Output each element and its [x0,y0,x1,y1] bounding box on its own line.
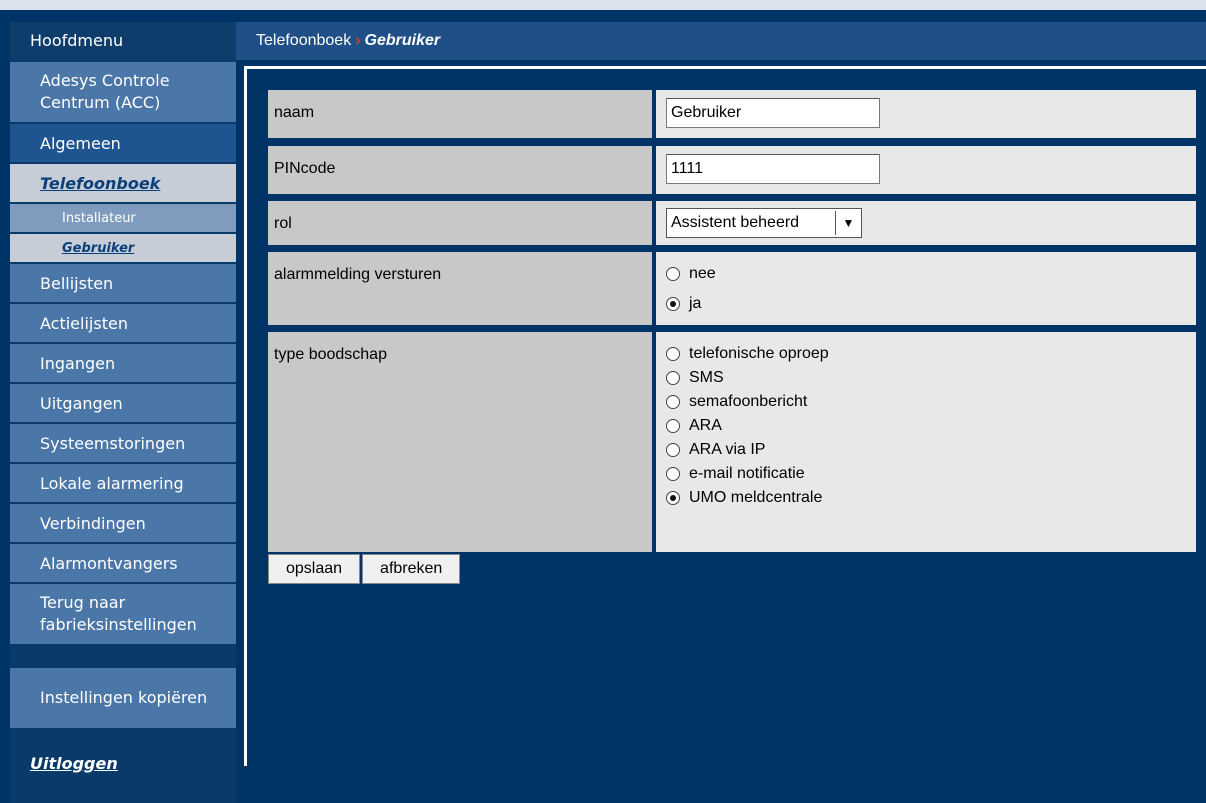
type-option-selected[interactable]: UMO meldcentrale [666,486,829,510]
sidebar-subitem-installateur[interactable]: Installateur [10,202,236,232]
menu-title: Hoofdmenu [10,22,236,60]
sidebar-item-uitgangen[interactable]: Uitgangen [10,382,236,422]
naam-cell [656,90,1196,138]
breadcrumb-separator-icon: › [355,32,361,49]
type-option-label: SMS [689,369,724,386]
breadcrumb-parent[interactable]: Telefoonboek [256,32,351,49]
type-radio-group: telefonische oproep SMS semafoonbericht … [666,342,829,510]
save-button[interactable]: opslaan [268,554,361,584]
alarm-cell: nee ja [656,252,1196,325]
type-label: type boodschap [268,332,652,552]
type-option-label: semafoonbericht [689,393,808,410]
alarm-label: alarmmelding versturen [268,252,652,325]
alarm-option-label: ja [689,295,702,312]
alarm-radio-group: nee ja [666,262,716,316]
type-option-label: telefonische oproep [689,345,829,362]
type-option[interactable]: semafoonbericht [666,390,829,414]
type-cell: telefonische oproep SMS semafoonbericht … [656,332,1196,552]
type-option-label: ARA via IP [689,441,766,458]
row-naam: naam [268,90,1196,138]
type-option-label: ARA [689,417,722,434]
radio-button[interactable] [666,419,680,433]
radio-button-selected[interactable] [666,491,680,505]
pincode-cell [656,146,1196,194]
sidebar-item-lokale-alarmering[interactable]: Lokale alarmering [10,462,236,502]
sidebar-subitem-gebruiker[interactable]: Gebruiker [10,232,236,262]
sidebar-item-systeemstoringen[interactable]: Systeemstoringen [10,422,236,462]
sidebar-item-fabrieksinstellingen[interactable]: Terug naar fabrieksinstellingen [10,582,236,644]
alarm-option-label: nee [689,265,716,282]
sidebar-item-actielijsten[interactable]: Actielijsten [10,302,236,342]
radio-button[interactable] [666,347,680,361]
radio-button[interactable] [666,267,680,281]
type-option[interactable]: telefonische oproep [666,342,829,366]
sidebar-item-alarmontvangers[interactable]: Alarmontvangers [10,542,236,582]
row-type-boodschap: type boodschap telefonische oproep SMS s… [268,332,1196,552]
rol-cell: Assistent beheerd ▼ [656,201,1196,245]
type-option[interactable]: SMS [666,366,829,390]
type-option[interactable]: ARA [666,414,829,438]
sidebar-item-verbindingen[interactable]: Verbindingen [10,502,236,542]
radio-button[interactable] [666,467,680,481]
breadcrumb-current: Gebruiker [364,32,441,49]
sidebar-item-instellingen-kopieren[interactable]: Instellingen kopiëren [10,666,236,728]
rol-select[interactable]: Assistent beheerd ▼ [666,208,862,238]
breadcrumb: Telefoonboek › Gebruiker [236,22,1206,60]
naam-input[interactable] [666,98,880,128]
radio-button[interactable] [666,395,680,409]
row-rol: rol Assistent beheerd ▼ [268,201,1196,245]
chevron-down-icon[interactable]: ▼ [835,211,861,235]
type-option-label: UMO meldcentrale [689,489,823,506]
logout-link[interactable]: Uitloggen [30,754,118,773]
radio-button[interactable] [666,371,680,385]
alarm-option-ja[interactable]: ja [666,292,716,316]
alarm-option-nee[interactable]: nee [666,262,716,286]
radio-button[interactable] [666,443,680,457]
cancel-button[interactable]: afbreken [362,554,461,584]
row-alarmmelding: alarmmelding versturen nee ja [268,252,1196,325]
top-strip [0,0,1206,10]
rol-select-value: Assistent beheerd [671,214,800,231]
pincode-input[interactable] [666,154,880,184]
type-option[interactable]: ARA via IP [666,438,829,462]
sidebar-item-algemeen[interactable]: Algemeen [10,122,236,162]
sidebar-item-telefoonboek[interactable]: Telefoonboek [10,162,236,202]
sidebar: Hoofdmenu Adesys Controle Centrum (ACC) … [10,22,236,803]
type-option[interactable]: e-mail notificatie [666,462,829,486]
form-buttons: opslaan afbreken [268,554,462,584]
sidebar-item-ingangen[interactable]: Ingangen [10,342,236,382]
pincode-label: PINcode [268,146,652,194]
radio-button-selected[interactable] [666,297,680,311]
type-option-label: e-mail notificatie [689,465,805,482]
naam-label: naam [268,90,652,138]
sidebar-item-acc[interactable]: Adesys Controle Centrum (ACC) [10,60,236,122]
sidebar-item-bellijsten[interactable]: Bellijsten [10,262,236,302]
rol-label: rol [268,201,652,245]
row-pincode: PINcode [268,146,1196,194]
